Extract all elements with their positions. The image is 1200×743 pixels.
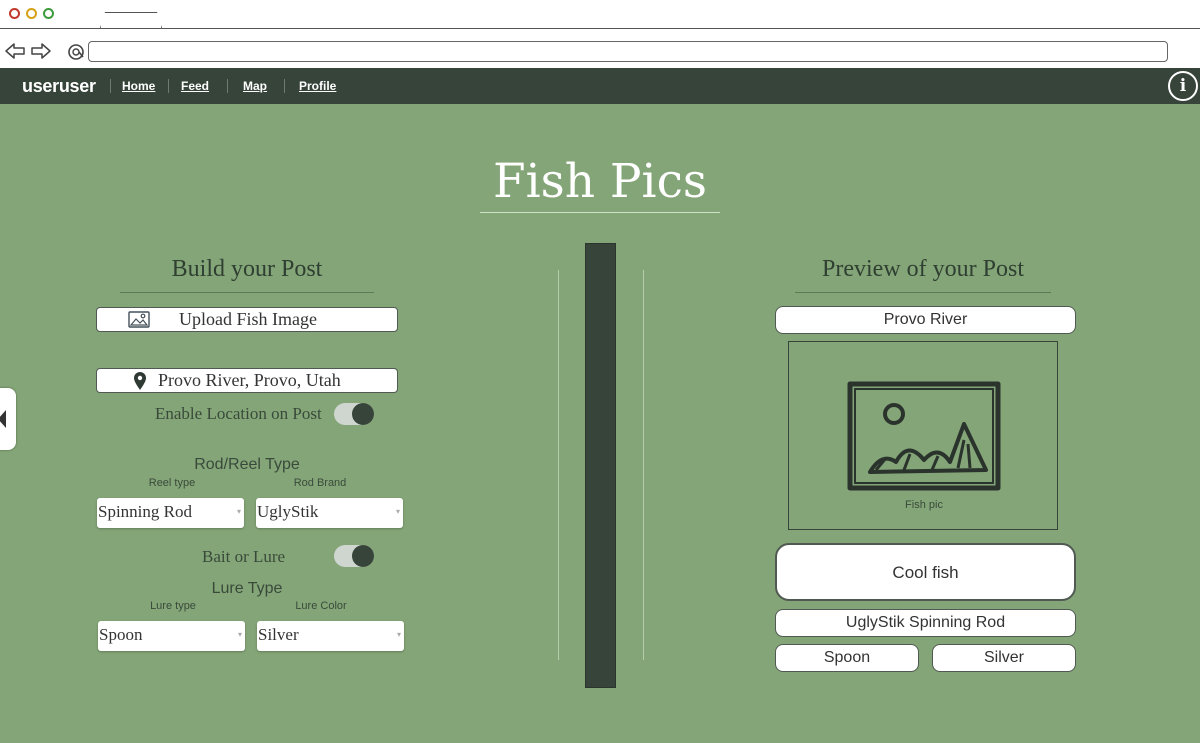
preview-rod: UglyStik Spinning Rod (775, 609, 1076, 637)
brand-logo[interactable]: useruser (22, 76, 96, 97)
chevron-down-icon: ▾ (396, 630, 401, 639)
page-title: Fish Pics (492, 154, 708, 209)
lure-type-label: Lure type (150, 600, 196, 612)
address-bar[interactable] (88, 41, 1168, 62)
column-divider-line (558, 270, 559, 660)
enable-location-toggle[interactable] (334, 403, 374, 425)
nav-separator (227, 79, 228, 93)
lure-type-group-label: Lure Type (211, 580, 283, 597)
chevron-down-icon: ▾ (236, 507, 241, 516)
preview-lure-type: Spoon (775, 644, 919, 672)
lure-type-select[interactable]: Spoon ▾ (98, 621, 245, 651)
collapse-panel-handle[interactable] (0, 388, 16, 450)
column-divider-bar (585, 243, 616, 688)
preview-caption: Cool fish (775, 543, 1076, 601)
forward-arrow-icon[interactable] (30, 42, 52, 60)
upload-image-label: Upload Fish Image (179, 309, 317, 329)
preview-heading: Preview of your Post (822, 256, 1024, 282)
chevron-down-icon: ▾ (237, 630, 242, 639)
info-icon[interactable]: i (1168, 71, 1198, 101)
location-value: Provo River, Provo, Utah (158, 370, 341, 390)
chevron-down-icon: ▾ (395, 507, 400, 516)
lure-color-select[interactable]: Silver ▾ (257, 621, 404, 651)
top-navbar (0, 68, 1200, 104)
nav-separator (168, 79, 169, 93)
preview-image-caption: Fish pic (905, 499, 943, 511)
browser-tab[interactable] (100, 12, 162, 28)
preview-lure-color: Silver (932, 644, 1076, 672)
rod-brand-label: Rod Brand (293, 477, 347, 489)
lure-color-value: Silver (258, 625, 299, 644)
image-placeholder-icon (847, 381, 1001, 491)
nav-link-profile[interactable]: Profile (299, 79, 336, 93)
upload-image-button[interactable]: Upload Fish Image (96, 307, 398, 332)
enable-location-label: Enable Location on Post (155, 404, 322, 423)
rod-brand-value: UglyStik (257, 502, 319, 521)
browser-titlebar (0, 0, 1200, 29)
minimize-window-icon[interactable] (26, 8, 37, 19)
reel-type-select[interactable]: Spinning Rod ▾ (97, 498, 244, 528)
build-post-heading: Build your Post (171, 256, 323, 282)
title-underline (480, 212, 720, 213)
maximize-window-icon[interactable] (43, 8, 54, 19)
lure-color-label: Lure Color (295, 600, 347, 612)
nav-separator (110, 79, 111, 93)
nav-link-home[interactable]: Home (122, 79, 155, 93)
nav-link-feed[interactable]: Feed (181, 79, 209, 93)
preview-location: Provo River (775, 306, 1076, 334)
bait-or-lure-label: Bait or Lure (202, 547, 286, 566)
rod-reel-type-label: Rod/Reel Type (194, 456, 300, 473)
map-pin-icon (134, 372, 146, 390)
nav-link-map[interactable]: Map (243, 79, 267, 93)
back-arrow-icon[interactable] (4, 42, 26, 60)
nav-separator (284, 79, 285, 93)
preview-heading-underline (795, 292, 1051, 293)
build-heading-underline (120, 292, 374, 293)
lure-type-value: Spoon (99, 625, 143, 644)
preview-image-frame: Fish pic (788, 341, 1058, 530)
reel-type-label: Reel type (148, 477, 196, 489)
bait-or-lure-toggle[interactable] (334, 545, 374, 567)
chevron-left-icon (0, 410, 6, 428)
image-icon (128, 311, 150, 328)
reel-type-value: Spinning Rod (98, 502, 192, 521)
close-window-icon[interactable] (9, 8, 20, 19)
reload-icon[interactable] (66, 42, 86, 62)
location-field[interactable]: Provo River, Provo, Utah (96, 368, 398, 393)
column-divider-line (643, 270, 644, 660)
rod-brand-select[interactable]: UglyStik ▾ (256, 498, 403, 528)
